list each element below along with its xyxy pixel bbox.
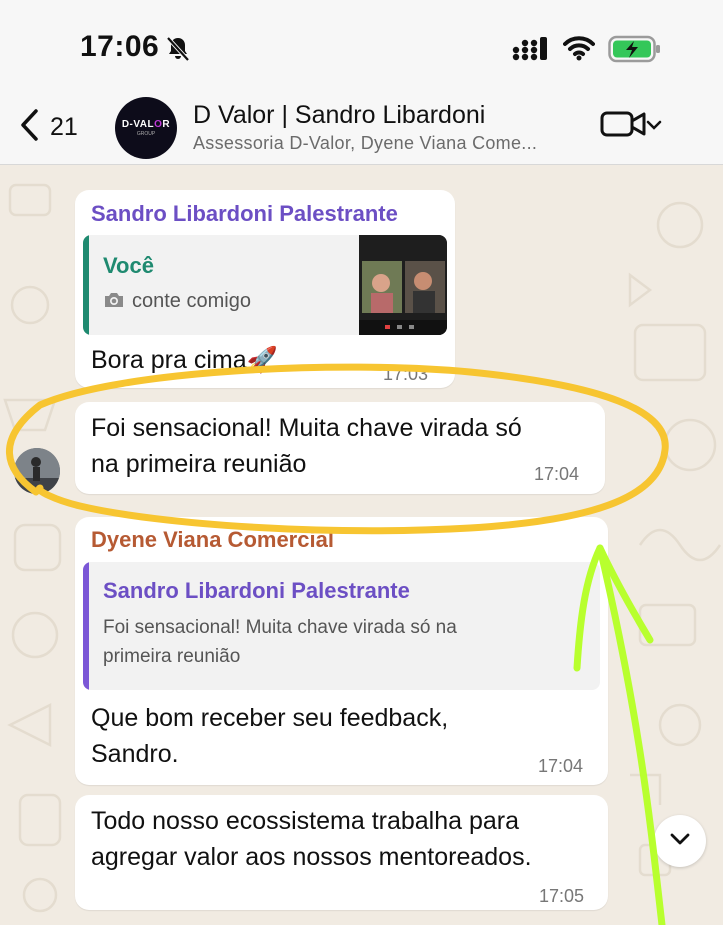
message-time: 17:03: [383, 364, 429, 384]
message-text-line[interactable]: na primeira reunião: [91, 446, 306, 482]
avatar-logo-sub: GROUP: [136, 131, 156, 137]
chevron-left-icon: [18, 108, 40, 147]
chat-subtitle[interactable]: Assessoria D-Valor, Dyene Viana Come...: [193, 133, 537, 154]
sender-name[interactable]: Dyene Viana Comercial: [91, 527, 334, 553]
message-text-line[interactable]: Foi sensacional! Muita chave virada só: [91, 410, 522, 446]
quote-accent-bar: [83, 562, 89, 690]
video-call-thumbnail[interactable]: [359, 235, 447, 335]
chat-title[interactable]: D Valor | Sandro Libardoni: [193, 101, 485, 130]
chevron-down-icon: [646, 118, 662, 136]
message-time: 17:04: [534, 464, 580, 484]
quote-author: Sandro Libardoni Palestrante: [103, 578, 410, 603]
group-avatar[interactable]: D-VALOR GROUP: [115, 97, 177, 159]
message-bubble[interactable]: Foi sensacional! Muita chave virada só n…: [75, 402, 605, 494]
quote-accent-bar: [83, 235, 89, 335]
sender-avatar[interactable]: [14, 448, 60, 494]
message-text-line[interactable]: Sandro.: [91, 736, 179, 772]
quote-author: Você: [103, 253, 154, 278]
message-bubble[interactable]: Dyene Viana Comercial Sandro Libardoni P…: [75, 517, 608, 785]
quote-media-label: conte comigo: [132, 290, 251, 312]
quoted-message[interactable]: Sandro Libardoni Palestrante Foi sensaci…: [83, 562, 600, 690]
sender-name[interactable]: Sandro Libardoni Palestrante: [91, 201, 398, 227]
avatar-logo: D-VALOR: [121, 119, 171, 130]
chat-area[interactable]: Sandro Libardoni Palestrante Você conte …: [0, 165, 723, 925]
message-text-line[interactable]: Que bom receber seu feedback,: [91, 700, 448, 736]
message-bubble[interactable]: Sandro Libardoni Palestrante Você conte …: [75, 190, 455, 388]
video-camera-icon: [600, 109, 646, 144]
back-button[interactable]: 21: [18, 107, 78, 147]
chat-header: 21 D-VALOR GROUP D Valor | Sandro Libard…: [0, 95, 723, 165]
message-text[interactable]: Bora pra cima🚀: [91, 342, 278, 378]
unread-count: 21: [50, 112, 78, 141]
video-call-button[interactable]: [600, 109, 662, 144]
status-bar: 17:06: [0, 0, 723, 95]
status-time: 17:06: [80, 30, 160, 63]
quote-text-line: primeira reunião: [103, 646, 241, 667]
message-text-line[interactable]: agregar valor aos nossos mentoreados.: [91, 839, 532, 875]
chevron-down-icon: [669, 832, 691, 851]
signal-icon: [512, 37, 550, 66]
quote-text-line: Foi sensacional! Muita chave virada só n…: [103, 617, 457, 638]
scroll-to-bottom-button[interactable]: [654, 815, 706, 867]
message-time: 17:05: [539, 886, 585, 906]
wifi-icon: [563, 35, 595, 66]
quoted-message[interactable]: Você conte comigo: [83, 235, 447, 335]
camera-icon: [103, 291, 125, 314]
message-time: 17:04: [538, 756, 584, 776]
message-text-line[interactable]: Todo nosso ecossistema trabalha para: [91, 803, 519, 839]
message-bubble[interactable]: Todo nosso ecossistema trabalha para agr…: [75, 795, 608, 910]
battery-charging-icon: [608, 35, 662, 68]
bell-slash-icon: [166, 36, 190, 67]
